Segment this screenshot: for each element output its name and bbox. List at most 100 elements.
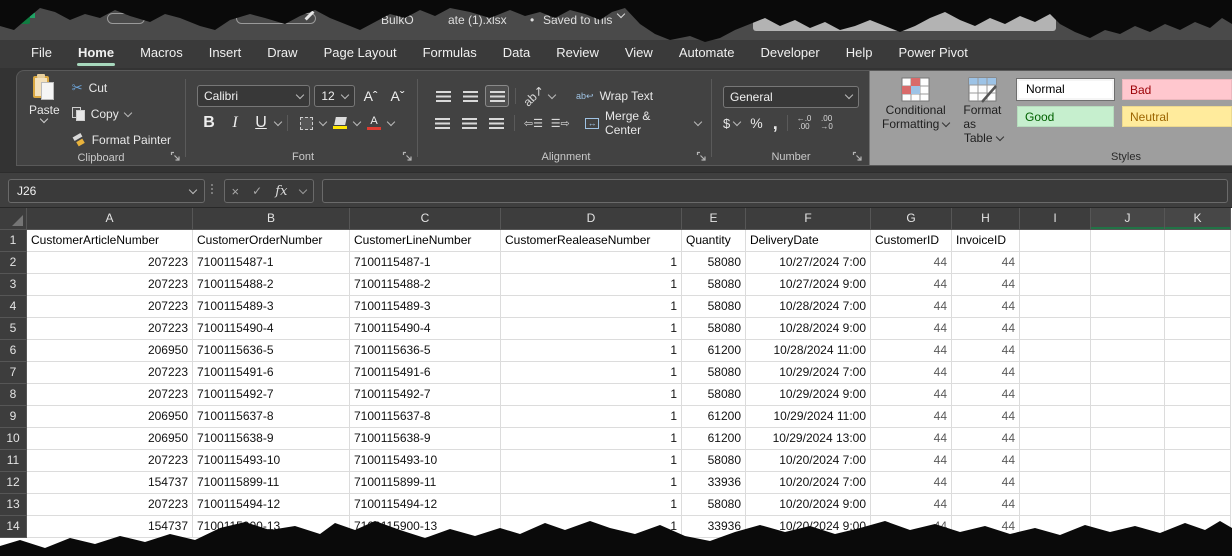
cell-B11[interactable]: 7100115493-10 <box>193 450 350 472</box>
name-box-chevron-icon[interactable] <box>189 185 197 193</box>
cell-A14[interactable]: 154737 <box>27 516 193 538</box>
orientation-button[interactable]: ab↗ <box>522 85 546 107</box>
cell-J3[interactable] <box>1091 274 1165 296</box>
cell-F14[interactable]: 10/20/2024 9:00 <box>746 516 871 538</box>
cell-K11[interactable] <box>1165 450 1231 472</box>
cell-K10[interactable] <box>1165 428 1231 450</box>
format-as-table-button[interactable]: Format as Table <box>963 77 1003 145</box>
cell-F8[interactable]: 10/29/2024 9:00 <box>746 384 871 406</box>
cell-E3[interactable]: 58080 <box>682 274 746 296</box>
cell-A4[interactable]: 207223 <box>27 296 193 318</box>
font-color-chevron-icon[interactable] <box>387 117 395 125</box>
cell-D2[interactable]: 1 <box>501 252 682 274</box>
cell-A10[interactable]: 206950 <box>27 428 193 450</box>
cell-I2[interactable] <box>1020 252 1091 274</box>
cell-H13[interactable]: 44 <box>952 494 1020 516</box>
menu-tab-file[interactable]: File <box>18 40 65 68</box>
cell-C6[interactable]: 7100115636-5 <box>350 340 501 362</box>
cell-A3[interactable]: 207223 <box>27 274 193 296</box>
row-header-7[interactable]: 7 <box>0 362 27 384</box>
cell-H6[interactable]: 44 <box>952 340 1020 362</box>
cell-G2[interactable]: 44 <box>871 252 952 274</box>
menu-tab-macros[interactable]: Macros <box>127 40 196 68</box>
cell-D12[interactable]: 1 <box>501 472 682 494</box>
menu-tab-help[interactable]: Help <box>833 40 886 68</box>
cell-G8[interactable]: 44 <box>871 384 952 406</box>
cell-C14[interactable]: 7100115900-13 <box>350 516 501 538</box>
menu-tab-data[interactable]: Data <box>490 40 543 68</box>
cell-J11[interactable] <box>1091 450 1165 472</box>
cell-C9[interactable]: 7100115637-8 <box>350 406 501 428</box>
cell-K7[interactable] <box>1165 362 1231 384</box>
font-size-combo[interactable]: 12 <box>314 85 355 107</box>
cell-D1[interactable]: CustomerRealeaseNumber <box>501 230 682 252</box>
cell-E11[interactable]: 58080 <box>682 450 746 472</box>
cell-F9[interactable]: 10/29/2024 11:00 <box>746 406 871 428</box>
align-left-button[interactable] <box>431 112 455 134</box>
column-header-D[interactable]: D <box>501 208 682 230</box>
cell-K8[interactable] <box>1165 384 1231 406</box>
cell-K9[interactable] <box>1165 406 1231 428</box>
borders-button[interactable] <box>294 112 318 134</box>
cell-C4[interactable]: 7100115489-3 <box>350 296 501 318</box>
cut-button[interactable]: ✂ Cut <box>72 77 171 99</box>
cell-B7[interactable]: 7100115491-6 <box>193 362 350 384</box>
cell-I4[interactable] <box>1020 296 1091 318</box>
cell-C12[interactable]: 7100115899-11 <box>350 472 501 494</box>
cell-F11[interactable]: 10/20/2024 7:00 <box>746 450 871 472</box>
cell-K1[interactable] <box>1165 230 1231 252</box>
align-middle-button[interactable] <box>458 85 482 107</box>
cell-C1[interactable]: CustomerLineNumber <box>350 230 501 252</box>
cell-C3[interactable]: 7100115488-2 <box>350 274 501 296</box>
cell-F2[interactable]: 10/27/2024 7:00 <box>746 252 871 274</box>
cell-K4[interactable] <box>1165 296 1231 318</box>
cell-A5[interactable]: 207223 <box>27 318 193 340</box>
cell-A8[interactable]: 207223 <box>27 384 193 406</box>
cell-F4[interactable]: 10/28/2024 7:00 <box>746 296 871 318</box>
cell-C11[interactable]: 7100115493-10 <box>350 450 501 472</box>
cell-H12[interactable]: 44 <box>952 472 1020 494</box>
cell-D6[interactable]: 1 <box>501 340 682 362</box>
font-name-combo[interactable]: Calibri <box>197 85 310 107</box>
cell-B1[interactable]: CustomerOrderNumber <box>193 230 350 252</box>
cell-C5[interactable]: 7100115490-4 <box>350 318 501 340</box>
cell-I8[interactable] <box>1020 384 1091 406</box>
cell-E5[interactable]: 58080 <box>682 318 746 340</box>
cell-D8[interactable]: 1 <box>501 384 682 406</box>
cell-E14[interactable]: 33936 <box>682 516 746 538</box>
cell-G3[interactable]: 44 <box>871 274 952 296</box>
style-chip-neutral[interactable]: Neutral <box>1122 106 1232 127</box>
cell-G10[interactable]: 44 <box>871 428 952 450</box>
font-color-button[interactable]: A <box>362 112 386 134</box>
cell-D3[interactable]: 1 <box>501 274 682 296</box>
cell-E7[interactable]: 58080 <box>682 362 746 384</box>
fx-chevron-icon[interactable] <box>299 185 307 193</box>
cancel-button[interactable]: × <box>232 184 240 199</box>
column-header-B[interactable]: B <box>193 208 350 230</box>
increase-decimal-button[interactable]: ←.0.00 <box>797 115 812 131</box>
cell-C7[interactable]: 7100115491-6 <box>350 362 501 384</box>
align-top-button[interactable] <box>431 85 455 107</box>
menu-tab-draw[interactable]: Draw <box>254 40 310 68</box>
cell-E12[interactable]: 33936 <box>682 472 746 494</box>
number-dialog-launcher-icon[interactable] <box>852 151 863 162</box>
row-header-5[interactable]: 5 <box>0 318 27 340</box>
cell-H14[interactable]: 44 <box>952 516 1020 538</box>
merge-center-button[interactable]: ↔ Merge & Center <box>585 112 701 134</box>
cell-K5[interactable] <box>1165 318 1231 340</box>
cell-H8[interactable]: 44 <box>952 384 1020 406</box>
cell-E2[interactable]: 58080 <box>682 252 746 274</box>
cell-J6[interactable] <box>1091 340 1165 362</box>
chevron-down-icon[interactable] <box>617 10 625 18</box>
row-header-3[interactable]: 3 <box>0 274 27 296</box>
cell-G6[interactable]: 44 <box>871 340 952 362</box>
menu-tab-insert[interactable]: Insert <box>196 40 255 68</box>
cell-B13[interactable]: 7100115494-12 <box>193 494 350 516</box>
column-header-H[interactable]: H <box>952 208 1020 230</box>
style-chip-normal[interactable]: Normal <box>1017 79 1114 100</box>
fill-color-chevron-icon[interactable] <box>353 117 361 125</box>
cell-D14[interactable]: 1 <box>501 516 682 538</box>
cell-A12[interactable]: 154737 <box>27 472 193 494</box>
column-header-F[interactable]: F <box>746 208 871 230</box>
cell-E10[interactable]: 61200 <box>682 428 746 450</box>
